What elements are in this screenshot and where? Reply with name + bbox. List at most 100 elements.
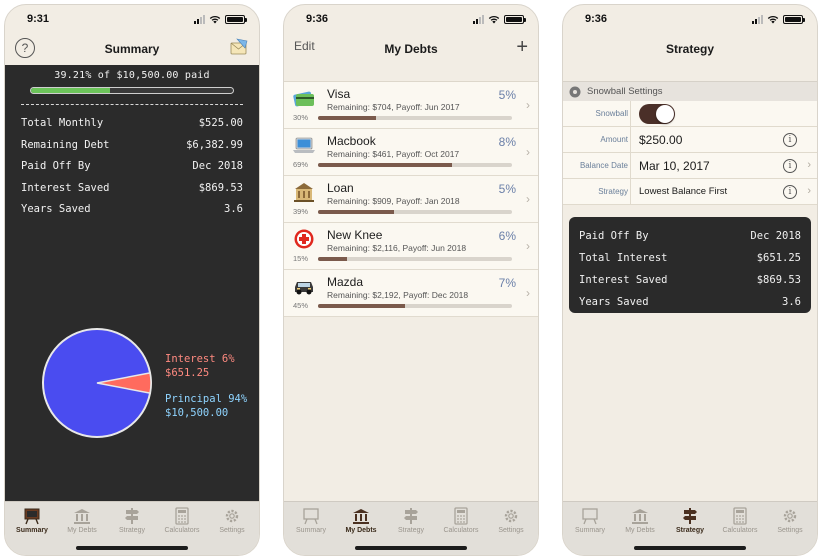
paid-progress-label: 39.21% of $10,500.00 paid: [54, 70, 210, 81]
tab-summary[interactable]: Summary: [286, 502, 336, 555]
debt-progress-bar: [318, 257, 512, 261]
interest-legend: Interest 6% $651.25: [165, 353, 235, 379]
debt-row-loan[interactable]: 39% Loan Remaining: $909, Payoff: Jan 20…: [284, 176, 538, 223]
result-row: Paid Off By Dec 2018: [579, 230, 801, 242]
status-time: 9:36: [585, 13, 608, 25]
summary-screen: 9:31 ? Summary 39.21% of $10,500.00 paid…: [4, 4, 260, 556]
result-row: Interest Saved $869.53: [579, 274, 801, 286]
debt-row-macbook[interactable]: 69% Macbook Remaining: $461, Payoff: Oct…: [284, 129, 538, 176]
tab-settings[interactable]: Settings: [765, 502, 815, 555]
chevron-right-icon: ›: [526, 192, 530, 206]
chevron-right-icon: ›: [526, 145, 530, 159]
wifi-icon: [209, 15, 221, 23]
summary-icon: [582, 508, 598, 525]
gear-icon: [504, 509, 518, 523]
strategy-row[interactable]: Strategy Lowest Balance First i ›: [563, 179, 817, 205]
screenshot-collage: 9:31 ? Summary 39.21% of $10,500.00 paid…: [0, 0, 820, 560]
home-indicator: [355, 546, 467, 550]
chevron-right-icon: ›: [526, 239, 530, 253]
nav-bar: Edit My Debts +: [284, 33, 538, 65]
car-icon: [295, 282, 313, 295]
calculator-icon: [454, 507, 468, 525]
calculator-icon: [175, 507, 189, 525]
chevron-right-icon: ›: [526, 98, 530, 112]
tab-settings[interactable]: Settings: [207, 502, 257, 555]
nav-bar: ? Summary: [5, 33, 259, 65]
debt-row-visa[interactable]: 30% Visa Remaining: $704, Payoff: Jun 20…: [284, 82, 538, 129]
signpost-icon: [125, 508, 139, 524]
status-bar: 9:31: [5, 5, 259, 33]
divider: [21, 104, 243, 105]
edit-button[interactable]: Edit: [294, 39, 315, 53]
medical-cross-icon: [294, 229, 314, 249]
bank-building-icon: [294, 183, 314, 202]
bank-icon: [74, 509, 90, 524]
page-title: My Debts: [384, 42, 438, 56]
signal-icon: [473, 14, 484, 24]
page-title: Strategy: [665, 42, 715, 56]
status-bar: 9:36: [563, 5, 817, 33]
status-time: 9:31: [27, 13, 50, 25]
signal-icon: [194, 14, 205, 24]
signal-icon: [752, 14, 763, 24]
bank-icon: [353, 509, 369, 524]
home-indicator: [76, 546, 188, 550]
status-time: 9:36: [306, 13, 329, 25]
summary-icon: [303, 508, 319, 525]
stat-row: Paid Off By Dec 2018: [21, 160, 243, 172]
snowball-row: Snowball: [563, 101, 817, 127]
signpost-icon: [683, 508, 697, 524]
principal-legend: Principal 94% $10,500.00: [165, 393, 248, 419]
bank-icon: [632, 509, 648, 524]
info-icon[interactable]: i: [783, 185, 797, 199]
my-debts-screen: 9:36 Edit My Debts + 30% Visa Remaining:…: [283, 4, 539, 556]
debt-row-mazda[interactable]: 45% Mazda Remaining: $2,192, Payoff: Dec…: [284, 270, 538, 317]
debt-progress-bar: [318, 116, 512, 120]
stat-row: Years Saved 3.6: [21, 203, 243, 215]
share-mail-icon[interactable]: [229, 37, 249, 60]
paid-progress-bar: [30, 87, 234, 94]
signpost-icon: [404, 508, 418, 524]
result-row: Total Interest $651.25: [579, 252, 801, 264]
snowball-toggle[interactable]: [639, 104, 675, 124]
battery-icon: [783, 14, 805, 24]
section-header: Snowball Settings: [563, 81, 817, 101]
balance-date-value[interactable]: Mar 10, 2017: [639, 153, 710, 179]
amount-value[interactable]: $250.00: [639, 127, 682, 153]
battery-icon: [504, 14, 526, 24]
balance-date-row[interactable]: Balance Date Mar 10, 2017 i ›: [563, 153, 817, 179]
stat-row: Remaining Debt $6,382.99: [21, 138, 243, 151]
summary-stats: Total Monthly $525.00 Remaining Debt $6,38…: [21, 113, 243, 221]
credit-card-icon: [293, 91, 314, 107]
gear-icon: [783, 509, 797, 523]
nav-bar: Strategy: [563, 33, 817, 65]
tab-summary[interactable]: Summary: [7, 502, 57, 555]
add-debt-button[interactable]: +: [516, 37, 528, 57]
status-bar: 9:36: [284, 5, 538, 33]
battery-icon: [225, 14, 247, 24]
summary-chalkboard: 39.21% of $10,500.00 paid Total Monthly $…: [5, 65, 259, 501]
chevron-right-icon: ›: [526, 286, 530, 300]
stat-row: Interest Saved $869.53: [21, 181, 243, 194]
amount-row[interactable]: Amount $250.00 i: [563, 127, 817, 153]
info-icon[interactable]: i: [783, 133, 797, 147]
page-title: Summary: [104, 42, 160, 56]
laptop-icon: [293, 137, 315, 153]
calculator-icon: [733, 507, 747, 525]
debt-progress-bar: [318, 163, 512, 167]
debt-row-new-knee[interactable]: 15% New Knee Remaining: $2,116, Payoff: …: [284, 223, 538, 270]
wifi-icon: [767, 15, 779, 23]
summary-icon: [24, 508, 40, 525]
interest-principal-pie: [41, 327, 153, 443]
tab-settings[interactable]: Settings: [486, 502, 536, 555]
snowball-settings-form: Snowball Amount $250.00 i Balance Date M…: [563, 101, 817, 205]
tab-summary[interactable]: Summary: [565, 502, 615, 555]
chevron-right-icon: ›: [807, 159, 811, 171]
result-row: Years Saved 3.6: [579, 296, 801, 308]
help-icon[interactable]: ?: [15, 38, 35, 58]
strategy-results-board: Paid Off By Dec 2018 Total Interest $651.2…: [569, 217, 811, 313]
strategy-value[interactable]: Lowest Balance First: [639, 179, 727, 205]
wifi-icon: [488, 15, 500, 23]
info-icon[interactable]: i: [783, 159, 797, 173]
gear-icon: [225, 509, 239, 523]
